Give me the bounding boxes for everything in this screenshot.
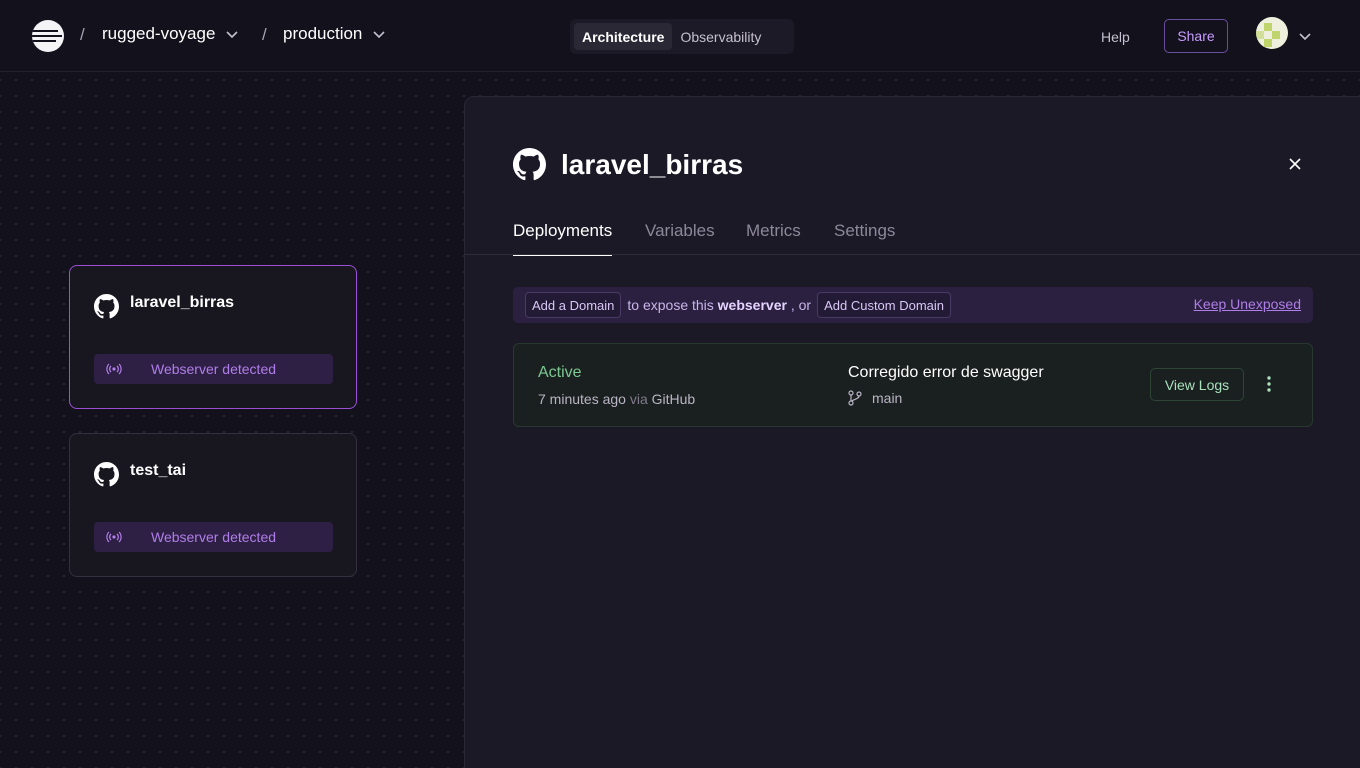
service-card-test-tai[interactable]: test_tai Webserver detected xyxy=(69,433,357,577)
service-card-laravel-birras[interactable]: laravel_birras Webserver detected xyxy=(69,265,357,409)
domain-notice-text: to expose this webserver , or xyxy=(627,297,811,313)
github-icon xyxy=(94,294,119,319)
github-icon xyxy=(94,462,119,487)
service-detail-panel: laravel_birras Deployments Variables Met… xyxy=(464,96,1360,768)
deployment-row[interactable]: Active 7 minutes ago via GitHub Corregid… xyxy=(513,343,1313,427)
panel-tabs: Deployments Variables Metrics Settings xyxy=(465,209,1360,256)
railway-logo[interactable] xyxy=(32,20,64,52)
chevron-down-icon xyxy=(373,31,385,39)
service-name: laravel_birras xyxy=(130,294,235,311)
deployment-status: Active xyxy=(538,364,582,381)
git-branch-icon xyxy=(848,390,862,406)
chevron-down-icon[interactable] xyxy=(1298,29,1312,43)
help-link[interactable]: Help xyxy=(1101,29,1130,45)
project-name: rugged-voyage xyxy=(102,24,216,43)
service-name: test_tai xyxy=(130,462,187,479)
tab-metrics[interactable]: Metrics xyxy=(746,221,801,255)
breadcrumb-separator: / xyxy=(262,25,267,44)
commit-message: Corregido error de swagger xyxy=(848,364,1044,381)
branch-name: main xyxy=(872,390,903,406)
via-word: via xyxy=(629,391,648,407)
add-custom-domain-button[interactable]: Add Custom Domain xyxy=(817,292,952,318)
environment-name: production xyxy=(283,24,363,43)
time-ago: 7 minutes ago xyxy=(538,391,626,407)
notice-bold-word: webserver xyxy=(717,297,787,313)
notice-text-after: , or xyxy=(790,297,812,313)
deployment-source: GitHub xyxy=(651,391,696,407)
tab-observability[interactable]: Observability xyxy=(672,23,769,50)
keep-unexposed-link[interactable]: Keep Unexposed xyxy=(1194,296,1301,312)
domain-notice: Add a Domain to expose this webserver , … xyxy=(513,287,1313,323)
project-selector[interactable]: rugged-voyage xyxy=(102,24,239,44)
environment-selector[interactable]: production xyxy=(283,24,386,44)
status-badge: Webserver detected xyxy=(94,354,333,384)
close-icon[interactable] xyxy=(1287,156,1303,172)
breadcrumb-separator: / xyxy=(80,25,85,44)
top-bar: / rugged-voyage / production Architectur… xyxy=(0,0,1360,72)
more-options-icon[interactable] xyxy=(1264,375,1274,393)
avatar[interactable] xyxy=(1256,17,1288,49)
tab-settings[interactable]: Settings xyxy=(834,221,895,255)
badge-label: Webserver detected xyxy=(150,361,277,377)
broadcast-icon xyxy=(106,363,122,375)
panel-title: laravel_birras xyxy=(561,149,744,180)
share-button[interactable]: Share xyxy=(1164,19,1228,53)
branch-info: main xyxy=(848,390,902,406)
view-logs-button[interactable]: View Logs xyxy=(1150,368,1244,401)
tab-deployments[interactable]: Deployments xyxy=(513,221,613,256)
chevron-down-icon xyxy=(226,31,238,39)
github-icon xyxy=(513,148,546,181)
badge-label: Webserver detected xyxy=(150,529,277,545)
broadcast-icon xyxy=(106,531,122,543)
tab-architecture[interactable]: Architecture xyxy=(574,23,673,50)
add-domain-button[interactable]: Add a Domain xyxy=(525,292,622,318)
deployment-time: 7 minutes ago via GitHub xyxy=(538,391,695,407)
tab-variables[interactable]: Variables xyxy=(645,221,715,255)
notice-text-before: to expose this xyxy=(627,297,714,313)
status-badge: Webserver detected xyxy=(94,522,333,552)
view-switcher: Architecture Observability xyxy=(570,19,794,54)
